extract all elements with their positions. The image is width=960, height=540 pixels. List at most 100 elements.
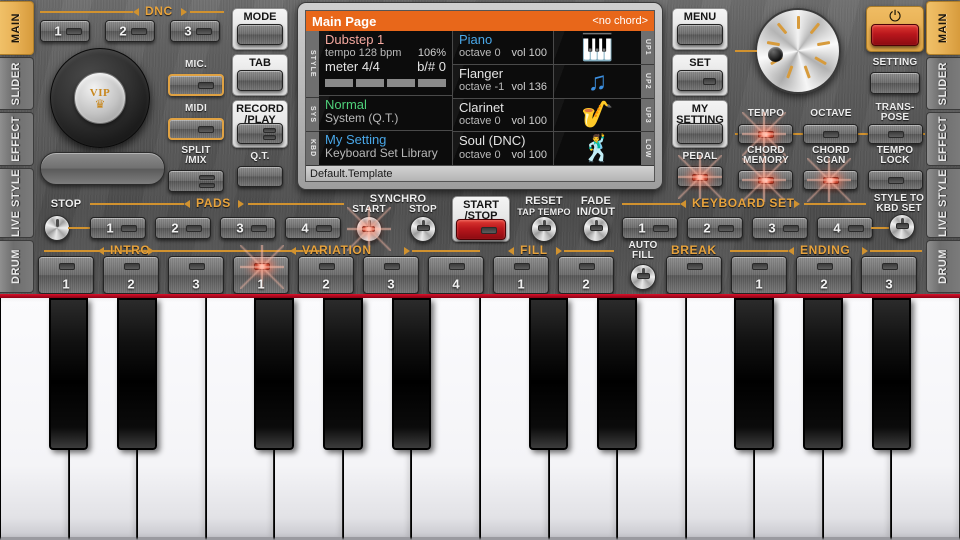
part-detail-up1: octave 0 vol 100 bbox=[459, 47, 547, 60]
black-key[interactable] bbox=[529, 298, 569, 450]
fade-knob[interactable] bbox=[583, 216, 609, 242]
sidebar-item-live-style-left[interactable]: LIVE STYLE bbox=[0, 168, 34, 238]
mic-button[interactable] bbox=[168, 74, 224, 96]
dnc-button-2[interactable]: 2 bbox=[105, 20, 155, 42]
part-name-low: Soul (DNC) bbox=[459, 134, 547, 148]
reset-tap-tempo-knob[interactable] bbox=[531, 216, 557, 242]
dnc-button-1[interactable]: 1 bbox=[40, 20, 90, 42]
sidebar-item-drum-left[interactable]: DRUM bbox=[0, 240, 34, 294]
jog-wheel[interactable]: VIP ♛ bbox=[50, 48, 150, 148]
chord-scan-label: CHORD SCAN bbox=[801, 146, 861, 166]
set-button[interactable] bbox=[677, 70, 723, 91]
intro-button-2[interactable]: 2 bbox=[103, 256, 159, 294]
black-key[interactable] bbox=[392, 298, 432, 450]
ending-button-1[interactable]: 1 bbox=[731, 256, 787, 294]
black-key[interactable] bbox=[323, 298, 363, 450]
part-row-up3[interactable]: Clarinet octave 0 vol 100 bbox=[453, 99, 553, 133]
variation-button-4[interactable]: 4 bbox=[428, 256, 484, 294]
sidebar-item-slider-left[interactable]: SLIDER bbox=[0, 57, 34, 111]
synchro-stop-knob[interactable] bbox=[410, 216, 436, 242]
start-stop-button[interactable] bbox=[456, 219, 506, 240]
octave-button[interactable] bbox=[803, 124, 858, 144]
tab-label: DRUM bbox=[938, 249, 950, 284]
setting-button[interactable] bbox=[870, 72, 920, 94]
stop-knob[interactable] bbox=[44, 215, 70, 241]
black-key[interactable] bbox=[597, 298, 637, 450]
black-key[interactable] bbox=[254, 298, 294, 450]
variation-button-3[interactable]: 3 bbox=[363, 256, 419, 294]
menu-button[interactable] bbox=[677, 24, 723, 45]
pad-button-1[interactable]: 1 bbox=[90, 217, 146, 239]
sidebar-item-slider-right[interactable]: SLIDER bbox=[926, 57, 960, 111]
power-icon: ⏻ bbox=[867, 9, 923, 24]
part-row-low[interactable]: Soul (DNC) octave 0 vol 100 bbox=[453, 132, 553, 166]
intro-button-3[interactable]: 3 bbox=[168, 256, 224, 294]
variation-2-label: 2 bbox=[299, 277, 353, 292]
black-key[interactable] bbox=[49, 298, 89, 450]
style-cell[interactable]: Dubstep 1 tempo 128 bpm 106% meter 4/4 b… bbox=[319, 31, 452, 96]
keyboard-set-button-3[interactable]: 3 bbox=[752, 217, 808, 239]
part-row-up2[interactable]: Flanger octave -1 vol 136 bbox=[453, 65, 553, 99]
sidebar-item-main-left[interactable]: MAIN bbox=[0, 1, 34, 55]
kbd-cell[interactable]: My Setting Keyboard Set Library bbox=[319, 131, 452, 166]
black-key[interactable] bbox=[803, 298, 843, 450]
value-dial[interactable] bbox=[755, 8, 841, 94]
tempo-button[interactable] bbox=[738, 124, 793, 144]
style-to-kbd-set-knob[interactable] bbox=[889, 214, 915, 240]
keyboard-set-button-2[interactable]: 2 bbox=[687, 217, 743, 239]
set-label: SET bbox=[673, 58, 727, 69]
auto-fill-led bbox=[637, 273, 650, 279]
sidebar-item-effect-right[interactable]: EFFECT bbox=[926, 112, 960, 166]
pad-button-2[interactable]: 2 bbox=[155, 217, 211, 239]
kbdset-3-led bbox=[783, 225, 799, 232]
fill-button-2[interactable]: 2 bbox=[558, 256, 614, 294]
part-detail-up2: octave -1 vol 136 bbox=[459, 81, 547, 94]
break-button[interactable] bbox=[666, 256, 722, 294]
qt-button[interactable] bbox=[237, 166, 283, 187]
sidebar-item-main-right[interactable]: MAIN bbox=[926, 1, 960, 55]
black-key[interactable] bbox=[734, 298, 774, 450]
pad-button-4[interactable]: 4 bbox=[285, 217, 341, 239]
pitch-slider-strip[interactable] bbox=[40, 152, 165, 185]
chord-scan-button[interactable] bbox=[803, 170, 858, 190]
black-key[interactable] bbox=[872, 298, 912, 450]
ending-button-2[interactable]: 2 bbox=[796, 256, 852, 294]
dnc-button-3[interactable]: 3 bbox=[170, 20, 220, 42]
variation-button-1[interactable]: 1 bbox=[233, 256, 289, 294]
sidebar-item-effect-left[interactable]: EFFECT bbox=[0, 112, 34, 166]
sys-cell[interactable]: Normal System (Q.T.) bbox=[319, 96, 452, 131]
lcd-screen[interactable]: Main Page <no chord> STYLE SYS KBD Dubst… bbox=[305, 10, 655, 182]
strip-sys: SYS bbox=[306, 98, 319, 132]
auto-fill-knob[interactable] bbox=[630, 264, 656, 290]
synchro-start-knob[interactable] bbox=[356, 216, 382, 242]
my-setting-button[interactable] bbox=[677, 123, 723, 144]
piano-keyboard[interactable] bbox=[0, 298, 960, 540]
tempo-lock-button[interactable] bbox=[868, 170, 923, 190]
power-button[interactable] bbox=[871, 24, 919, 46]
record-play-button[interactable] bbox=[237, 123, 283, 144]
chord-memory-button[interactable] bbox=[738, 170, 793, 190]
ending-button-3[interactable]: 3 bbox=[861, 256, 917, 294]
midi-button[interactable] bbox=[168, 118, 224, 140]
transpose-button[interactable] bbox=[868, 124, 923, 144]
lcd-left-column: Dubstep 1 tempo 128 bpm 106% meter 4/4 b… bbox=[319, 31, 452, 166]
pedal-button[interactable] bbox=[677, 166, 723, 187]
split-mix-button[interactable] bbox=[168, 170, 224, 192]
variation-button-2[interactable]: 2 bbox=[298, 256, 354, 294]
mode-button[interactable] bbox=[237, 24, 283, 45]
sidebar-item-drum-right[interactable]: DRUM bbox=[926, 240, 960, 294]
tab-button[interactable] bbox=[237, 70, 283, 91]
transpose-led bbox=[888, 131, 904, 138]
keyboard-set-button-1[interactable]: 1 bbox=[622, 217, 678, 239]
part-vol-up3: vol 100 bbox=[512, 115, 547, 128]
jog-wheel-hub[interactable]: VIP ♛ bbox=[74, 72, 126, 124]
sidebar-item-live-style-right[interactable]: LIVE STYLE bbox=[926, 168, 960, 238]
part-name-up2: Flanger bbox=[459, 67, 547, 81]
part-row-up1[interactable]: Piano octave 0 vol 100 bbox=[453, 31, 553, 65]
fill-button-1[interactable]: 1 bbox=[493, 256, 549, 294]
pad-button-3[interactable]: 3 bbox=[220, 217, 276, 239]
black-key[interactable] bbox=[117, 298, 157, 450]
strip-low: LOW bbox=[641, 132, 654, 166]
keyboard-set-button-4[interactable]: 4 bbox=[817, 217, 873, 239]
intro-button-1[interactable]: 1 bbox=[38, 256, 94, 294]
